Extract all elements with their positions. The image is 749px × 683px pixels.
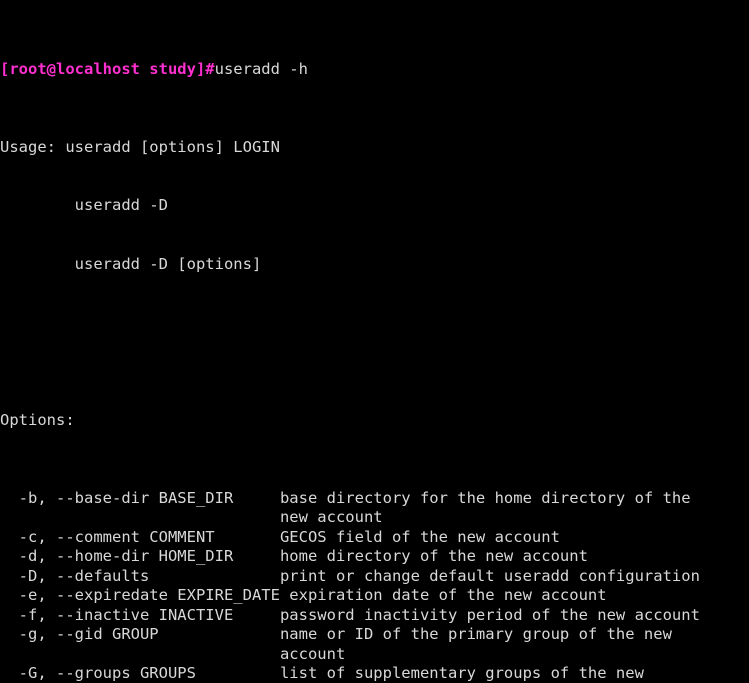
- option-description: base directory for the home directory of…: [279, 488, 691, 507]
- option-flags: [0, 508, 280, 526]
- option-row: -b, --base-dir BASE_DIR base directory f…: [0, 489, 749, 509]
- option-flags: -e, --expiredate EXPIRE_DATE: [0, 586, 290, 604]
- option-description: print or change default useradd configur…: [279, 566, 700, 585]
- option-flags: -G, --groups GROUPS: [0, 664, 280, 682]
- option-flags: -f, --inactive INACTIVE: [0, 605, 280, 624]
- option-description: new account: [279, 508, 383, 526]
- option-row: -D, --defaults print or change default u…: [0, 567, 749, 587]
- option-description: account: [279, 644, 346, 663]
- option-row-continuation: new account: [0, 508, 749, 528]
- option-row-continuation: account: [0, 645, 749, 665]
- option-description: GECOS field of the new account: [279, 527, 560, 546]
- option-description: home directory of the new account: [279, 547, 588, 565]
- usage-line-1: Usage: useradd [options] LOGIN: [0, 137, 280, 156]
- option-row: -d, --home-dir HOME_DIR home directory o…: [0, 547, 749, 567]
- option-flags: [0, 645, 280, 663]
- typed-command: useradd -h: [214, 59, 308, 78]
- option-row: -G, --groups GROUPS list of supplementar…: [0, 664, 749, 683]
- usage-line-2: useradd -D: [0, 196, 168, 214]
- usage-line-3: useradd -D [options]: [0, 254, 262, 273]
- terminal-screen[interactable]: [root@localhost study]#useradd -h Usage:…: [0, 0, 749, 683]
- options-list: -b, --base-dir BASE_DIR base directory f…: [0, 489, 749, 683]
- option-flags: -b, --base-dir BASE_DIR: [0, 488, 280, 507]
- option-row: -f, --inactive INACTIVE password inactiv…: [0, 606, 749, 626]
- option-row: -e, --expiredate EXPIRE_DATE expiration …: [0, 586, 749, 606]
- options-header: Options:: [0, 410, 75, 429]
- shell-prompt: [root@localhost study]#: [0, 59, 215, 78]
- prompt-line: [root@localhost study]#useradd -h: [0, 60, 749, 80]
- option-description: expiration date of the new account: [289, 586, 607, 604]
- option-flags: -D, --defaults: [0, 566, 280, 585]
- option-flags: -c, --comment COMMENT: [0, 527, 280, 546]
- option-description: password inactivity period of the new ac…: [279, 605, 700, 624]
- option-description: name or ID of the primary group of the n…: [279, 625, 672, 643]
- option-row: -c, --comment COMMENT GECOS field of the…: [0, 528, 749, 548]
- option-row: -g, --gid GROUP name or ID of the primar…: [0, 625, 749, 645]
- option-description: list of supplementary groups of the new: [279, 664, 644, 682]
- option-flags: -d, --home-dir HOME_DIR: [0, 547, 280, 565]
- option-flags: -g, --gid GROUP: [0, 625, 280, 643]
